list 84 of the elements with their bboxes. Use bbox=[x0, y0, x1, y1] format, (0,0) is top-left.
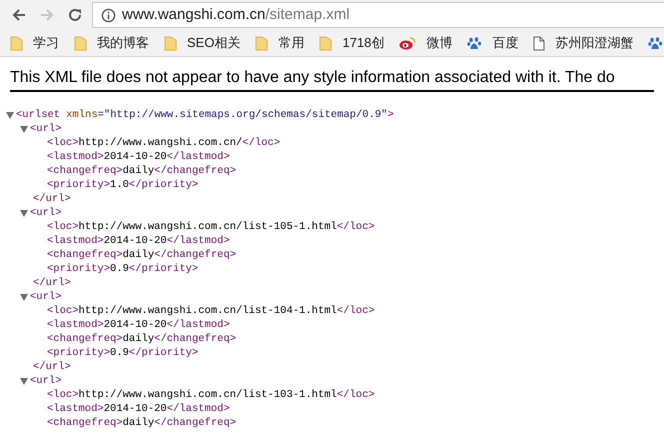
xml-tag: <url> bbox=[30, 374, 62, 388]
xml-tag: </loc> bbox=[336, 220, 375, 234]
xml-tag: <url> bbox=[30, 290, 62, 304]
xml-tag: </loc> bbox=[336, 388, 375, 402]
xml-tag: </priority> bbox=[128, 178, 198, 192]
xml-text: 2014-10-20 bbox=[104, 318, 167, 332]
xml-tag: <changefreq> bbox=[47, 164, 123, 178]
xml-text: http://www.wangshi.com.cn/list-105-1.html bbox=[78, 220, 337, 234]
xml-text: 2014-10-20 bbox=[104, 402, 167, 416]
xml-tag: </changefreq> bbox=[154, 416, 236, 430]
xml-text: http://www.wangshi.com.cn/ bbox=[78, 136, 242, 150]
xml-tag: <url> bbox=[30, 122, 62, 136]
xml-text: 2014-10-20 bbox=[104, 234, 167, 248]
expand-triangle-icon[interactable] bbox=[6, 112, 16, 118]
paw-icon bbox=[467, 36, 482, 50]
xml-text: daily bbox=[122, 248, 154, 262]
xml-text: http://www.wangshi.com.cn/list-104-1.html bbox=[78, 304, 337, 318]
folder-icon bbox=[74, 36, 87, 50]
folder-icon bbox=[255, 36, 268, 50]
xml-tag: </changefreq> bbox=[154, 164, 236, 178]
folder-icon bbox=[319, 36, 332, 50]
xml-text: 1.0 bbox=[110, 178, 129, 192]
xml-text: http://www.wangshi.com.cn/list-103-1.html bbox=[78, 388, 337, 402]
xml-tag: </priority> bbox=[128, 346, 198, 360]
xml-attribute-value: ="http://www.sitemaps.org/schemas/sitemap/0.9" bbox=[98, 108, 388, 122]
xml-tag: <changefreq> bbox=[47, 332, 123, 346]
bookmark[interactable]: 常用 bbox=[255, 33, 304, 53]
xml-tag: </changefreq> bbox=[154, 332, 236, 346]
bookmark[interactable]: 1718创 bbox=[319, 33, 384, 53]
xml-text: daily bbox=[122, 164, 154, 178]
xml-tag: <loc> bbox=[47, 388, 79, 402]
xml-tag: </url> bbox=[33, 360, 71, 374]
bookmark[interactable]: 学习 bbox=[10, 33, 59, 53]
xml-tag: </loc> bbox=[336, 304, 375, 318]
xml-tag: <priority> bbox=[47, 178, 110, 192]
xml-tag: </loc> bbox=[242, 136, 280, 150]
xml-text: daily bbox=[122, 332, 154, 346]
xml-tag: <lastmod> bbox=[47, 234, 104, 248]
xml-tag: </lastmod> bbox=[166, 234, 230, 248]
notice-text: This XML file does not appear to have any style information associated with it. The do bbox=[10, 66, 654, 92]
xml-text: 0.9 bbox=[110, 262, 129, 276]
bookmark[interactable]: 百度 bbox=[467, 33, 518, 53]
expand-triangle-icon[interactable] bbox=[20, 378, 30, 384]
bookmark[interactable]: 我的博客 bbox=[74, 33, 149, 53]
xml-text: 2014-10-20 bbox=[104, 150, 167, 164]
weibo-icon bbox=[399, 36, 416, 50]
address-bar[interactable]: www.wangshi.com.cn/sitemap.xml bbox=[92, 2, 664, 28]
xml-tag: <lastmod> bbox=[47, 318, 104, 332]
xml-text: 0.9 bbox=[110, 346, 129, 360]
expand-triangle-icon[interactable] bbox=[20, 210, 30, 216]
xml-tag: <urlset bbox=[16, 108, 60, 122]
xml-tag: > bbox=[387, 108, 394, 122]
xml-text: daily bbox=[122, 416, 154, 430]
xml-tag: <lastmod> bbox=[47, 402, 104, 416]
bookmark[interactable]: 微博 bbox=[399, 33, 452, 53]
xml-tag: <priority> bbox=[47, 262, 110, 276]
xml-tag: </changefreq> bbox=[154, 248, 236, 262]
xml-attribute-name: xmlns bbox=[66, 108, 98, 122]
xml-tag: </lastmod> bbox=[166, 318, 230, 332]
bookmark[interactable]: 苏州阳澄湖蟹 bbox=[533, 33, 634, 53]
page-icon bbox=[533, 36, 546, 50]
bookmark[interactable] bbox=[648, 36, 664, 50]
paw-icon bbox=[648, 36, 664, 50]
folder-icon bbox=[10, 36, 23, 50]
reload-icon bbox=[67, 7, 83, 23]
xml-tag: <loc> bbox=[47, 220, 79, 234]
xml-tag: <priority> bbox=[47, 346, 110, 360]
xml-tag: <changefreq> bbox=[47, 416, 123, 430]
expand-triangle-icon[interactable] bbox=[20, 126, 30, 132]
expand-triangle-icon[interactable] bbox=[20, 294, 30, 300]
bookmark[interactable]: SEO相关 bbox=[164, 33, 240, 53]
xml-tag: <url> bbox=[30, 206, 62, 220]
url-text: www.wangshi.com.cn/sitemap.xml bbox=[122, 4, 350, 25]
xml-tag: <changefreq> bbox=[47, 248, 123, 262]
xml-tag: <loc> bbox=[47, 136, 79, 150]
info-icon bbox=[101, 8, 116, 22]
xml-tag: </lastmod> bbox=[166, 402, 230, 416]
xml-tag: </url> bbox=[33, 276, 71, 290]
xml-tag: </url> bbox=[33, 192, 71, 206]
folder-icon bbox=[164, 36, 177, 50]
xml-tag: </priority> bbox=[128, 262, 198, 276]
xml-tag: <loc> bbox=[47, 304, 79, 318]
xml-tag: <lastmod> bbox=[47, 150, 104, 164]
xml-tag: </lastmod> bbox=[166, 150, 230, 164]
